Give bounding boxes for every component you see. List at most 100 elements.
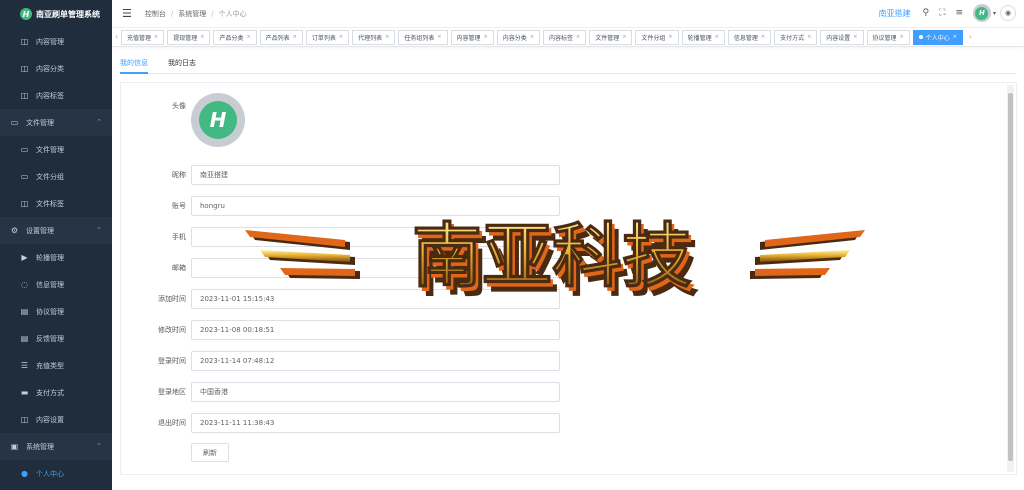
sidebar-item-7[interactable]: ⚙ 设置管理 ⌃ bbox=[0, 217, 112, 244]
sidebar-item-14[interactable]: ◫ 内容设置 bbox=[0, 406, 112, 433]
tag-label: 任务组列表 bbox=[404, 34, 435, 42]
tag-0[interactable]: 充值管理 × bbox=[121, 29, 165, 45]
sidebar-item-4[interactable]: ▭ 文件管理 bbox=[0, 136, 112, 163]
sidebar-item-0[interactable]: ◫ 内容管理 bbox=[0, 28, 112, 55]
tab-my-info[interactable]: 我的信息 bbox=[120, 53, 148, 74]
search-icon[interactable]: ⚲ bbox=[923, 8, 930, 18]
field-input-5[interactable]: 2023-11-08 00:18:51 bbox=[191, 320, 560, 340]
sidebar-item-1[interactable]: ◫ 内容分类 bbox=[0, 55, 112, 82]
sidebar-item-13[interactable]: ▬ 支付方式 bbox=[0, 379, 112, 406]
scroll-left-icon[interactable]: ‹ bbox=[112, 33, 121, 41]
folder-icon: ▭ bbox=[20, 145, 29, 154]
close-icon[interactable]: × bbox=[484, 34, 488, 40]
scroll-right-icon[interactable]: › bbox=[966, 33, 975, 41]
lock-icon[interactable]: ◉ bbox=[1000, 5, 1016, 21]
close-icon[interactable]: × bbox=[339, 34, 343, 40]
sidebar-item-label: 支付方式 bbox=[36, 388, 64, 397]
tag-label: 内容管理 bbox=[456, 34, 481, 42]
field-label: 账号 bbox=[172, 202, 186, 210]
tag-13[interactable]: 信息管理 × bbox=[727, 29, 772, 45]
tag-8[interactable]: 内容分类 × bbox=[496, 29, 540, 45]
tag-1[interactable]: 提现管理 × bbox=[167, 29, 211, 45]
tag-15[interactable]: 内容设置 × bbox=[820, 29, 864, 45]
sidebar-item-5[interactable]: ▭ 文件分组 bbox=[0, 163, 112, 190]
sidebar: H 南亚刷单管理系统 ◫ 内容管理 ◫ 内容分类 ◫ 内容标签 ▭ 文件管理 ⌃ ▭ 文件管理 ▭ 文件… bbox=[0, 0, 112, 490]
sidebar-item-9[interactable]: ◌ 信息管理 bbox=[0, 271, 112, 298]
field-input-8[interactable]: 2023-11-11 11:38:43 bbox=[191, 413, 560, 433]
close-icon[interactable]: × bbox=[437, 34, 441, 40]
tag-label: 文件分组 bbox=[641, 34, 666, 42]
field-input-6[interactable]: 2023-11-14 07:48:12 bbox=[191, 351, 560, 371]
tag-6[interactable]: 任务组列表 × bbox=[398, 29, 448, 45]
tag-3[interactable]: 产品列表 × bbox=[259, 29, 303, 45]
breadcrumb-item-system[interactable]: 系统管理 bbox=[178, 9, 206, 19]
tag-16[interactable]: 协议管理 × bbox=[866, 29, 910, 45]
close-icon[interactable]: × bbox=[807, 34, 811, 40]
tags-view: ‹ 充值管理 × 提现管理 × 产品分类 × 产品列表 × 订单列表 × 代理列表 × 任务组列表 × 内容… bbox=[112, 28, 1024, 47]
scrollbar-thumb[interactable] bbox=[1008, 93, 1013, 461]
settings-sliders-icon[interactable]: ≡ bbox=[955, 8, 963, 18]
sidebar-menu: ◫ 内容管理 ◫ 内容分类 ◫ 内容标签 ▭ 文件管理 ⌃ ▭ 文件管理 ▭ 文件分组 ◫ 文件标签 ⚙ 设置管… bbox=[0, 28, 112, 487]
close-icon[interactable]: × bbox=[576, 34, 580, 40]
breadcrumb-item-dashboard[interactable]: 控制台 bbox=[145, 9, 166, 19]
hamburger-menu-icon[interactable]: ☰ bbox=[122, 7, 132, 20]
sidebar-item-8[interactable]: ▶ 轮播管理 bbox=[0, 244, 112, 271]
profile-avatar[interactable]: H bbox=[191, 93, 245, 147]
field-label: 修改时间 bbox=[158, 326, 186, 334]
close-icon[interactable]: × bbox=[530, 34, 534, 40]
close-icon[interactable]: × bbox=[385, 34, 389, 40]
tag-14[interactable]: 支付方式 × bbox=[774, 29, 818, 45]
field-row-8: 退出时间 2023-11-11 11:38:43 bbox=[121, 413, 821, 433]
close-icon[interactable]: × bbox=[761, 34, 765, 40]
tag-17[interactable]: 个人中心 × bbox=[912, 29, 963, 45]
tab-my-log[interactable]: 我的日志 bbox=[168, 53, 196, 74]
close-icon[interactable]: × bbox=[246, 34, 250, 40]
tag-4[interactable]: 订单列表 × bbox=[305, 29, 350, 45]
close-icon[interactable]: × bbox=[293, 34, 297, 40]
tag-9[interactable]: 内容标签 × bbox=[542, 29, 587, 45]
tag-5[interactable]: 代理列表 × bbox=[352, 29, 396, 45]
sidebar-item-16[interactable]: ● 个人中心 bbox=[0, 460, 112, 487]
active-dot-icon bbox=[918, 35, 923, 39]
field-label: 邮箱 bbox=[172, 264, 186, 272]
close-icon[interactable]: × bbox=[715, 34, 719, 40]
scrollbar[interactable] bbox=[1007, 85, 1014, 472]
tag-11[interactable]: 文件分组 × bbox=[635, 29, 679, 45]
close-icon[interactable]: × bbox=[154, 34, 158, 40]
site-link[interactable]: 南亚搭建 bbox=[879, 8, 911, 19]
folder-icon: ▭ bbox=[20, 172, 29, 181]
field-label: 登录时间 bbox=[158, 357, 186, 365]
refresh-row: 刷新 bbox=[121, 443, 821, 462]
sidebar-item-6[interactable]: ◫ 文件标签 bbox=[0, 190, 112, 217]
sidebar-item-11[interactable]: ▤ 反馈管理 bbox=[0, 325, 112, 352]
right-wing-icon bbox=[750, 230, 865, 279]
refresh-button[interactable]: 刷新 bbox=[191, 443, 229, 462]
close-icon[interactable]: × bbox=[853, 34, 857, 40]
tag-12[interactable]: 轮播管理 × bbox=[681, 29, 725, 45]
fullscreen-icon[interactable]: ⛶ bbox=[939, 8, 945, 18]
close-icon[interactable]: × bbox=[900, 34, 904, 40]
sidebar-item-15[interactable]: ▣ 系统管理 ⌃ bbox=[0, 433, 112, 460]
close-icon[interactable]: × bbox=[668, 34, 672, 40]
tag-2[interactable]: 产品分类 × bbox=[213, 29, 257, 45]
sidebar-item-2[interactable]: ◫ 内容标签 bbox=[0, 82, 112, 109]
close-icon[interactable]: × bbox=[953, 34, 957, 40]
field-row-6: 登录时间 2023-11-14 07:48:12 bbox=[121, 351, 821, 371]
book-icon: ◫ bbox=[20, 199, 29, 208]
chat-icon: ◌ bbox=[21, 280, 28, 289]
field-input-7[interactable]: 中国香港 bbox=[191, 382, 560, 402]
chevron-down-icon[interactable]: ▾ bbox=[993, 10, 996, 17]
tag-10[interactable]: 文件管理 × bbox=[589, 29, 633, 45]
tag-7[interactable]: 内容管理 × bbox=[450, 29, 494, 45]
sidebar-item-10[interactable]: ▤ 协议管理 bbox=[0, 298, 112, 325]
field-input-0[interactable]: 南亚搭建 bbox=[191, 165, 560, 185]
tag-label: 轮播管理 bbox=[687, 34, 712, 42]
user-avatar[interactable]: H bbox=[972, 4, 991, 22]
sidebar-item-3[interactable]: ▭ 文件管理 ⌃ bbox=[0, 109, 112, 136]
close-icon[interactable]: × bbox=[200, 34, 204, 40]
sidebar-item-label: 文件标签 bbox=[36, 199, 64, 208]
close-icon[interactable]: × bbox=[622, 34, 626, 40]
sidebar-item-12[interactable]: ☰ 充值类型 bbox=[0, 352, 112, 379]
sidebar-item-label: 文件管理 bbox=[26, 118, 54, 127]
brand[interactable]: H 南亚刷单管理系统 bbox=[0, 0, 112, 28]
